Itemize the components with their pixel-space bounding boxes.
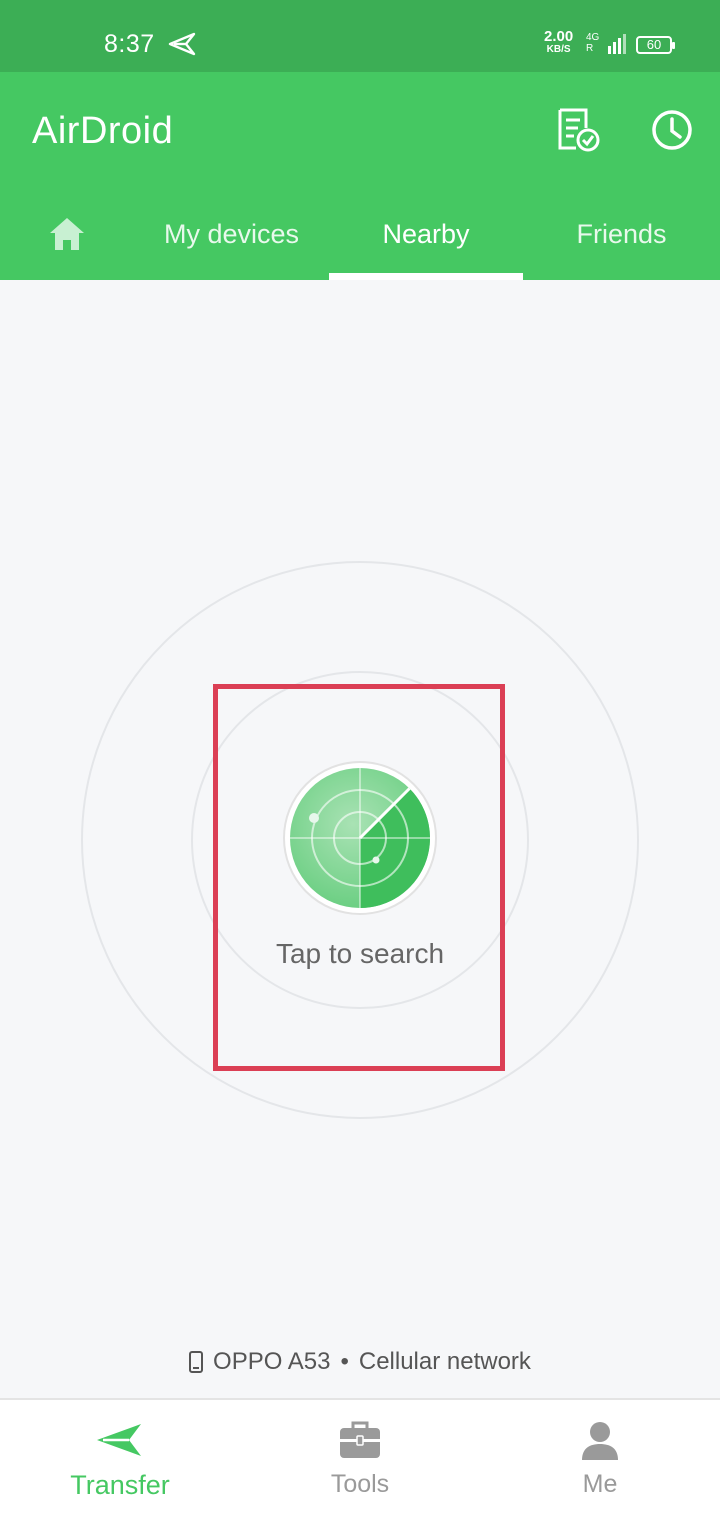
separator-dot: • <box>340 1348 349 1375</box>
tab-my-devices[interactable]: My devices <box>134 212 329 280</box>
toolbox-icon <box>340 1421 380 1458</box>
device-info: OPPO A53 • Cellular network <box>0 1348 720 1376</box>
nav-me-label: Me <box>582 1470 618 1498</box>
radar-search-button[interactable] <box>282 760 438 916</box>
nav-me[interactable]: Me <box>480 1400 720 1513</box>
battery-icon: 60 <box>636 36 675 54</box>
tab-active-indicator <box>329 273 523 280</box>
nav-transfer-label: Transfer <box>70 1470 170 1500</box>
nav-tools-label: Tools <box>330 1470 390 1498</box>
battery-level: 60 <box>646 37 662 52</box>
document-check-icon[interactable] <box>556 108 600 152</box>
status-bar: 8:37 2.00 KB/S 4G R 60 <box>0 0 720 72</box>
network-type-label: 4G <box>586 32 600 43</box>
clock-icon[interactable] <box>650 108 694 152</box>
phone-icon <box>189 1351 204 1373</box>
network-type: 4G R <box>586 32 599 54</box>
tab-nearby[interactable]: Nearby <box>329 212 523 280</box>
app-title: AirDroid <box>32 110 174 152</box>
network-speed: 2.00 KB/S <box>544 29 573 56</box>
nav-tools[interactable]: Tools <box>240 1400 480 1513</box>
navigation-arrow-icon <box>168 32 196 56</box>
radar-icon <box>283 761 437 915</box>
nav-transfer[interactable]: Transfer <box>0 1400 240 1513</box>
tab-home[interactable] <box>0 212 134 280</box>
signal-icon <box>608 34 626 54</box>
roaming-label: R <box>586 43 594 54</box>
device-name: OPPO A53 <box>213 1348 331 1375</box>
network-speed-unit: KB/S <box>546 44 571 55</box>
network-label: Cellular network <box>358 1348 531 1375</box>
paper-plane-icon <box>97 1424 141 1456</box>
home-icon <box>50 218 84 250</box>
status-time: 8:37 <box>104 30 155 58</box>
tap-to-search-label[interactable]: Tap to search <box>220 938 500 970</box>
tab-friends[interactable]: Friends <box>523 212 720 280</box>
app-bar: AirDroid My devices Nearby Friends <box>0 72 720 280</box>
person-icon <box>582 1422 618 1460</box>
bottom-nav: Transfer Tools Me <box>0 1398 720 1513</box>
